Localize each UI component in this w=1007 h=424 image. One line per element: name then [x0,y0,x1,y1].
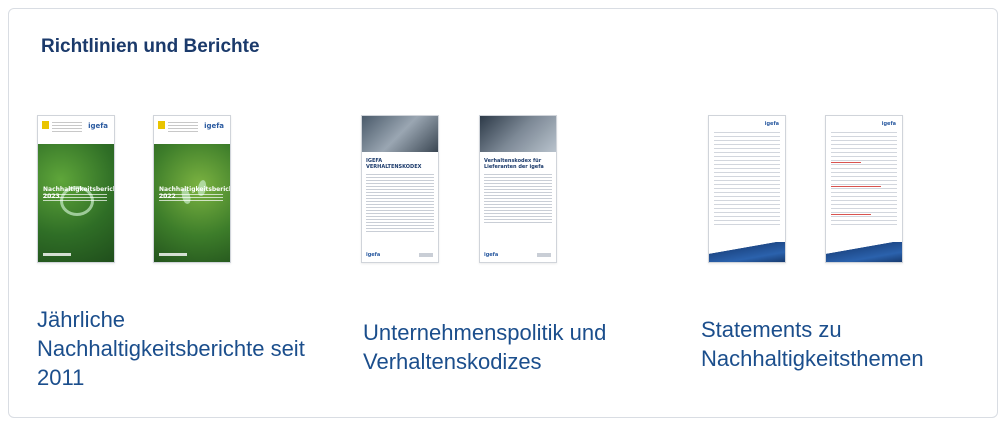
laptop-photo [480,116,556,152]
brand-mark-icon [158,121,165,129]
igefa-logo: igefa [764,121,779,127]
report-2023-thumbnail[interactable]: igefa Nachhaltigkeitsbericht 2023 [37,115,115,263]
igefa-logo: igefa [881,121,896,127]
igefa-logo: igefa [484,252,499,258]
code-of-conduct-thumbnail[interactable]: IGEFA VERHALTENSKODEX igefa [361,115,439,263]
statement-1-thumbnail[interactable]: igefa [708,115,786,263]
policies-reports-card: Richtlinien und Berichte igefa Nachhalti… [8,8,998,418]
igefa-logo: igefa [366,252,381,258]
doc-heading: Verhaltenskodex für Lieferanten der igef… [484,158,544,170]
supplier-code-thumbnail[interactable]: Verhaltenskodex für Lieferanten der igef… [479,115,557,263]
caption-statements[interactable]: Statements zu Nachhaltigkeitsthemen [701,315,991,373]
igefa-logo: igefa [88,122,108,130]
section-title: Richtlinien und Berichte [41,36,260,57]
caption-codes-of-conduct[interactable]: Unternehmenspolitik und Verhaltenskodize… [363,318,643,376]
statement-2-thumbnail[interactable]: igefa [825,115,903,263]
brand-mark-icon [42,121,49,129]
handshake-photo [362,116,438,152]
doc-heading: IGEFA VERHALTENSKODEX [366,158,422,170]
caption-sustainability-reports[interactable]: Jährliche Nachhaltigkeitsberichte seit 2… [37,305,307,392]
igefa-logo: igefa [204,122,224,130]
report-2022-thumbnail[interactable]: igefa Nachhaltigkeitsbericht 2022 [153,115,231,263]
